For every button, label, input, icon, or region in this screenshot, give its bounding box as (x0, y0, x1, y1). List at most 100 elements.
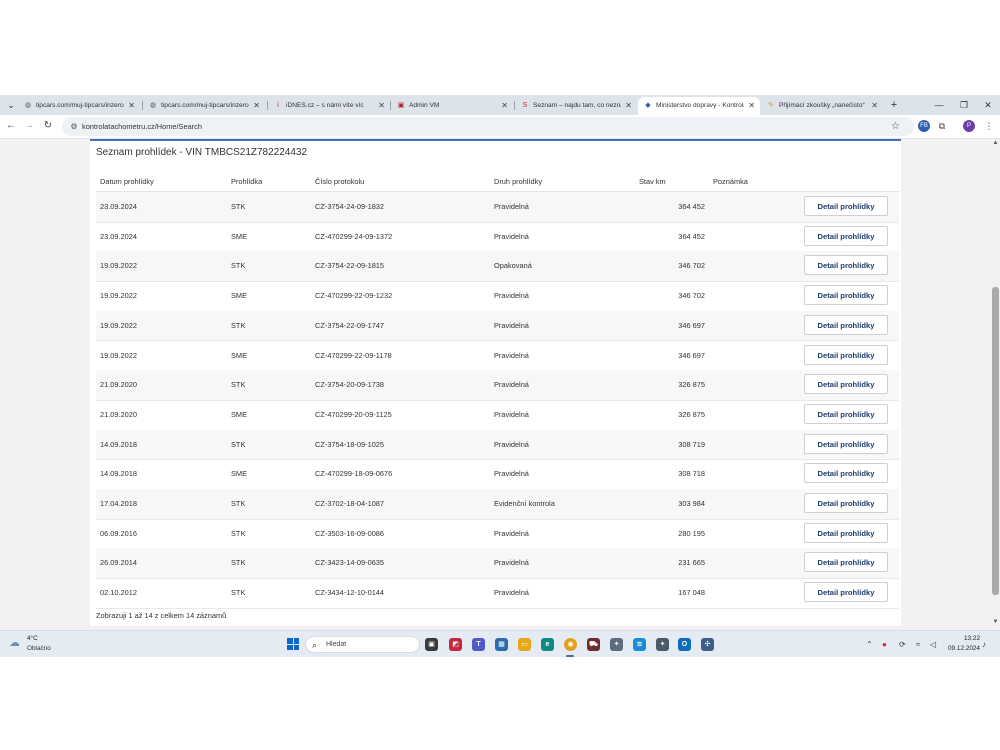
show-hidden-icons-icon[interactable]: ⌃ (866, 638, 873, 651)
page-scrollbar[interactable]: ▲ ▼ (991, 139, 1000, 626)
column-header-km[interactable]: Stav km (639, 177, 666, 186)
close-tab-icon[interactable]: ✕ (625, 97, 632, 115)
detail-inspection-button[interactable]: Detail prohlídky (804, 196, 888, 216)
browser-tab[interactable]: S Seznam – najdu tam, co nezná ✕ (515, 97, 637, 115)
security-tray-icon[interactable]: ● (882, 638, 887, 651)
forward-icon[interactable]: → (22, 119, 36, 133)
close-window-button[interactable]: ✕ (978, 97, 998, 113)
settings-app-icon[interactable]: ✦ (656, 638, 669, 651)
close-tab-icon[interactable]: ✕ (748, 97, 755, 115)
network-app-icon[interactable]: ≋ (633, 638, 646, 651)
detail-inspection-button[interactable]: Detail prohlídky (804, 433, 888, 454)
close-tab-icon[interactable]: ✕ (253, 97, 260, 115)
profile-avatar[interactable]: P (963, 120, 975, 132)
browser-menu-icon[interactable]: ⋮ (983, 120, 995, 132)
cell-inspection: STK (231, 320, 246, 330)
close-tab-icon[interactable]: ✕ (501, 97, 508, 115)
cell-km: 346 702 (678, 291, 705, 301)
detail-inspection-button[interactable]: Detail prohlídky (804, 463, 888, 484)
detail-inspection-button[interactable]: Detail prohlídky (804, 552, 888, 573)
close-tab-icon[interactable]: ✕ (128, 97, 135, 115)
detail-inspection-button[interactable]: Detail prohlídky (804, 403, 888, 424)
taskbar-search[interactable]: ⌕ Hledat (305, 636, 420, 653)
start-button[interactable] (287, 638, 299, 650)
close-tab-icon[interactable]: ✕ (378, 97, 385, 115)
page-content: Seznam prohlídek - VIN TMBCS21Z782224432… (0, 139, 990, 626)
site-info-icon[interactable]: ⚙ (69, 121, 79, 132)
car-app-icon[interactable]: ⛟ (587, 638, 600, 651)
cell-inspection: STK (231, 528, 246, 538)
scroll-up-icon[interactable]: ▲ (991, 139, 1000, 147)
outlook-calendar-icon[interactable]: ▦ (495, 638, 508, 651)
cell-date: 02.10.2012 (100, 588, 137, 598)
reload-icon[interactable]: ↻ (41, 119, 55, 133)
detail-inspection-button[interactable]: Detail prohlídky (804, 285, 888, 306)
tab-separator (514, 101, 515, 110)
outlook-icon[interactable]: O (678, 638, 691, 651)
browser-tab[interactable]: i iDNES.cz – s námi víte víc ✕ (268, 97, 390, 115)
new-tab-button[interactable]: + (887, 97, 901, 113)
table-row: 21.09.2020 STK CZ-3754-20-09-1738 Pravideln… (96, 370, 899, 401)
cell-protocol: CZ-470299-22-09-1178 (315, 350, 392, 360)
browser-tab[interactable]: ◆ Ministerstvo dopravy - Kontrola ✕ (638, 97, 760, 115)
scrollbar-thumb[interactable] (992, 287, 999, 595)
column-header-protocol[interactable]: Číslo protokolu (315, 177, 364, 186)
tab-search-menu-icon[interactable]: ⌄ (4, 98, 18, 112)
cell-protocol: CZ-3754-18-09-1025 (315, 439, 385, 449)
browser-tab[interactable]: ✎ Přijímací zkoušky „nanečisto“ ✕ (761, 97, 883, 115)
close-tab-icon[interactable]: ✕ (871, 97, 878, 115)
detail-inspection-button[interactable]: Detail prohlídky (804, 374, 888, 395)
cloud-icon[interactable]: ☁ (9, 638, 23, 649)
column-header-kind[interactable]: Druh prohlídky (494, 177, 542, 186)
column-header-date[interactable]: Datum prohlídky (100, 177, 154, 186)
remote-app-icon[interactable]: ✣ (701, 638, 714, 651)
scroll-down-icon[interactable]: ▼ (991, 618, 1000, 626)
notification-bell-icon[interactable]: ♪ (982, 638, 986, 651)
tab-separator (390, 101, 391, 110)
column-header-note[interactable]: Poznámka (713, 177, 748, 186)
edge-icon[interactable]: e (541, 638, 554, 651)
inspection-list-card: Seznam prohlídek - VIN TMBCS21Z782224432… (90, 139, 901, 626)
address-bar[interactable]: ⚙ kontrolatachometru.cz/Home/Search ☆ (62, 117, 914, 136)
tab-title: Admin VM (409, 102, 440, 109)
maximize-button[interactable]: ❐ (954, 97, 974, 113)
clock-time[interactable]: 13:22 (950, 635, 980, 642)
extensions-puzzle-icon[interactable]: ⧉ (936, 120, 948, 132)
cell-date: 23.09.2024 (100, 231, 137, 241)
wifi-icon[interactable]: ≈ (916, 638, 920, 651)
clock-date[interactable]: 09.12.2024 (940, 645, 980, 652)
cell-inspection: STK (231, 499, 246, 508)
column-header-inspection[interactable]: Prohlídka (231, 177, 262, 186)
tool-app-icon[interactable]: ✦ (610, 638, 623, 651)
volume-icon[interactable]: ◁ (930, 638, 936, 651)
back-icon[interactable]: ← (4, 119, 18, 133)
detail-inspection-button[interactable]: Detail prohlídky (804, 314, 888, 335)
weather-temperature[interactable]: 4°C (27, 635, 38, 642)
browser-tab[interactable]: ◍ tipcars.com/muj-tipcars/inzerce ✕ (143, 97, 265, 115)
file-explorer-icon[interactable]: ▭ (518, 638, 531, 651)
detail-inspection-button[interactable]: Detail prohlídky (804, 522, 888, 543)
cell-date: 06.09.2016 (100, 528, 137, 538)
cell-protocol: CZ-470299-20-09-1125 (315, 409, 392, 419)
detail-inspection-button[interactable]: Detail prohlídky (804, 255, 888, 276)
browser-tab[interactable]: ◍ tipcars.com/muj-tipcars/inzerce ✕ (18, 97, 140, 115)
detail-inspection-button[interactable]: Detail prohlídky (804, 344, 888, 365)
detail-inspection-button[interactable]: Detail prohlídky (804, 493, 888, 513)
weather-description[interactable]: Oblačno (27, 645, 51, 652)
cell-protocol: CZ-3754-24-09-1832 (315, 202, 385, 211)
bookmark-star-icon[interactable]: ☆ (891, 117, 900, 136)
app-store-icon[interactable]: ◩ (449, 638, 462, 651)
browser-tab[interactable]: ▣ Admin VM ✕ (391, 97, 513, 115)
cell-date: 14.09.2018 (100, 469, 137, 479)
sync-tray-icon[interactable]: ⟳ (899, 638, 906, 651)
chrome-icon[interactable]: ◉ (564, 638, 577, 651)
cell-km: 280 195 (678, 528, 705, 538)
detail-inspection-button[interactable]: Detail prohlídky (804, 582, 888, 603)
detail-inspection-button[interactable]: Detail prohlídky (804, 225, 888, 246)
task-view-icon[interactable]: ▣ (425, 638, 438, 651)
teams-icon[interactable]: T (472, 638, 485, 651)
minimize-button[interactable]: — (929, 97, 949, 113)
url-text[interactable]: kontrolatachometru.cz/Home/Search (82, 117, 202, 136)
extension-icon[interactable]: FB (918, 120, 930, 132)
table-row: 02.10.2012 STK CZ-3434-12-10-0144 Pravideln… (96, 578, 899, 609)
